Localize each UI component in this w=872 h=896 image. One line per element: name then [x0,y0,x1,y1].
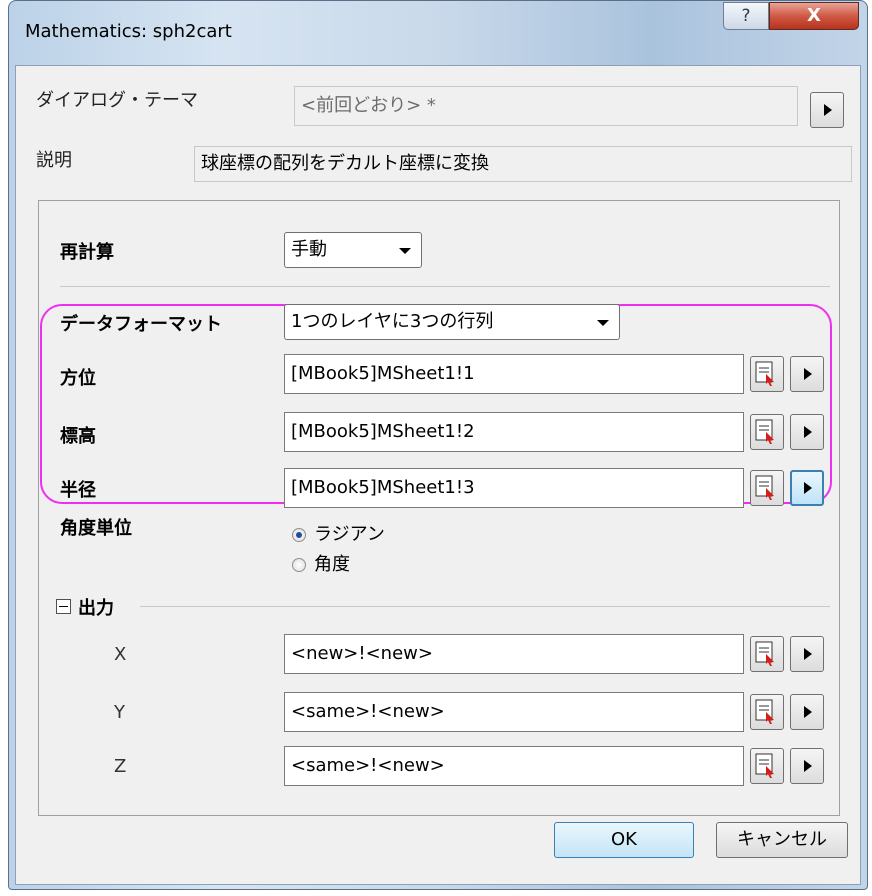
output-y-label: Y [114,702,125,723]
radio-radian[interactable] [292,528,306,542]
arrow-right-icon [804,426,812,438]
close-icon: X [807,5,821,26]
azimuth-menu-button[interactable] [790,356,824,392]
radius-label: 半径 [60,480,96,501]
azimuth-select-button[interactable] [750,356,784,392]
output-section-label: 出力 [78,598,114,619]
output-divider [140,606,830,607]
select-range-icon [755,419,774,444]
data-format-dropdown[interactable]: 1つのレイヤに3つの行列 [284,304,620,340]
output-x-select-button[interactable] [750,636,784,672]
output-x-label: X [114,644,127,665]
select-range-icon [755,361,774,386]
arrow-right-icon [804,368,812,380]
elevation-menu-button[interactable] [790,414,824,450]
output-z-label: Z [114,756,127,777]
window-title: Mathematics: sph2cart [25,21,232,42]
output-y-input[interactable]: <same>!<new> [284,692,744,732]
select-range-icon [755,699,774,724]
chevron-down-icon [399,248,411,254]
output-z-select-button[interactable] [750,748,784,784]
data-format-label: データフォーマット [60,314,222,335]
select-range-icon [755,475,774,500]
select-range-icon [755,753,774,778]
arrow-right-icon [824,104,832,116]
chevron-down-icon [597,320,609,326]
radio-radian-label[interactable]: ラジアン [314,520,385,546]
elevation-select-button[interactable] [750,414,784,450]
elevation-input[interactable]: [MBook5]MSheet1!2 [284,412,744,452]
output-z-menu-button[interactable] [790,748,824,784]
azimuth-label: 方位 [60,368,96,389]
theme-field[interactable]: <前回どおり> * [294,86,798,126]
description-label: 説明 [36,150,72,171]
collapse-toggle-icon[interactable] [56,599,71,614]
theme-menu-button[interactable] [810,92,844,128]
output-y-menu-button[interactable] [790,694,824,730]
divider [60,286,830,287]
arrow-right-icon [804,482,812,494]
dialog-window: Mathematics: sph2cart ? X ダイアログ・テーマ <前回ど… [8,0,868,890]
radio-degree[interactable] [292,558,306,572]
theme-label: ダイアログ・テーマ [36,90,198,111]
arrow-right-icon [804,706,812,718]
help-icon: ? [741,6,751,26]
output-y-select-button[interactable] [750,694,784,730]
recalc-label: 再計算 [60,242,114,263]
ok-button[interactable]: OK [554,822,694,858]
dialog-body: ダイアログ・テーマ <前回どおり> * 説明 球座標の配列をデカルト座標に変換 … [15,65,861,885]
radius-select-button[interactable] [750,470,784,506]
arrow-right-icon [804,648,812,660]
data-format-value: 1つのレイヤに3つの行列 [291,311,494,332]
radius-menu-button[interactable] [790,470,824,506]
close-button[interactable]: X [769,2,859,30]
output-z-input[interactable]: <same>!<new> [284,746,744,786]
radius-input[interactable]: [MBook5]MSheet1!3 [284,468,744,508]
recalc-value: 手動 [291,239,327,260]
output-x-menu-button[interactable] [790,636,824,672]
description-field: 球座標の配列をデカルト座標に変換 [194,146,852,182]
elevation-label: 標高 [60,426,96,447]
recalc-dropdown[interactable]: 手動 [284,232,422,268]
azimuth-input[interactable]: [MBook5]MSheet1!1 [284,354,744,394]
arrow-right-icon [804,760,812,772]
title-bar[interactable]: Mathematics: sph2cart ? X [9,1,867,65]
help-button[interactable]: ? [723,2,769,30]
select-range-icon [755,641,774,666]
cancel-button[interactable]: キャンセル [716,822,848,858]
radio-degree-label[interactable]: 角度 [314,550,350,576]
output-x-input[interactable]: <new>!<new> [284,634,744,674]
angle-unit-label: 角度単位 [60,518,132,539]
